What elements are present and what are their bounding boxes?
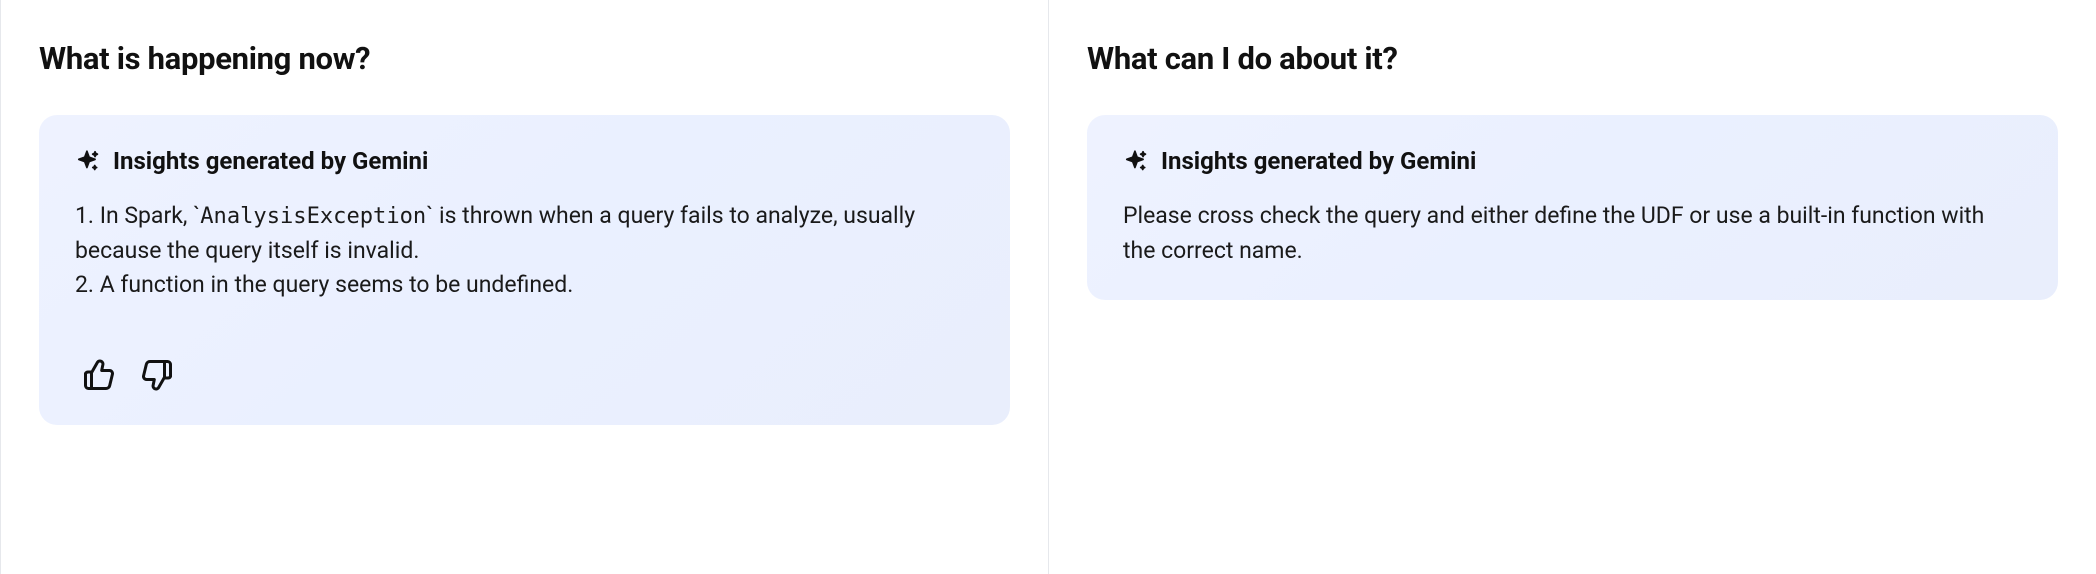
insight-text: Please cross check the query and either … — [1123, 199, 2022, 268]
insight-header: Insights generated by Gemini — [75, 147, 974, 175]
insight-title: Insights generated by Gemini — [113, 147, 428, 175]
thumbs-down-icon — [139, 357, 175, 393]
remediation-heading: What can I do about it? — [1087, 40, 2058, 77]
insight-text: 1. In Spark, ` — [75, 202, 200, 229]
sparkle-icon — [75, 148, 101, 174]
thumbs-down-button[interactable] — [139, 357, 175, 393]
remediation-insight-card: Insights generated by Gemini Please cros… — [1087, 115, 2058, 300]
diagnosis-insight-body: 1. In Spark, `AnalysisException` is thro… — [75, 199, 974, 303]
thumbs-up-button[interactable] — [81, 357, 117, 393]
code-token: AnalysisException — [200, 204, 426, 229]
insight-line-2: 2. A function in the query seems to be u… — [75, 268, 974, 303]
insight-line-1: 1. In Spark, `AnalysisException` is thro… — [75, 199, 974, 268]
diagnosis-heading: What is happening now? — [39, 40, 1010, 77]
diagnosis-section: What is happening now? Insights generate… — [0, 0, 1048, 574]
insight-title: Insights generated by Gemini — [1161, 147, 1476, 175]
remediation-insight-body: Please cross check the query and either … — [1123, 199, 2022, 268]
remediation-section: What can I do about it? Insights generat… — [1048, 0, 2096, 574]
diagnosis-insight-card: Insights generated by Gemini 1. In Spark… — [39, 115, 1010, 425]
thumbs-up-icon — [81, 357, 117, 393]
sparkle-icon — [1123, 148, 1149, 174]
feedback-controls — [75, 357, 974, 393]
insight-header: Insights generated by Gemini — [1123, 147, 2022, 175]
